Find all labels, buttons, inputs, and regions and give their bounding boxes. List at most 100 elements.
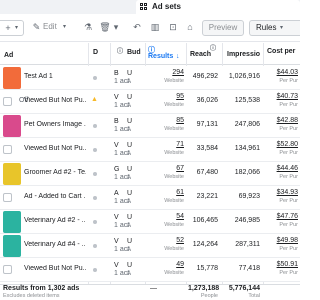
ad-name[interactable]: Viewed But Not Pu... (24, 145, 86, 152)
column-header-bid[interactable]: Bud (127, 49, 141, 57)
table-row[interactable]: Pet Owners Image ... B 1 act U A 85 Website 97,… (0, 114, 300, 138)
row-checkbox[interactable] (3, 193, 12, 202)
table-row[interactable]: Viewed But Not Pu... V 1 act U A 71 Website 33,… (0, 138, 300, 162)
cost-value[interactable]: $34.93 (277, 189, 298, 196)
table-row[interactable]: Viewed But Not Pu... V 1 act U A 49 Website 15,… (0, 258, 300, 282)
ad-name[interactable]: Veterinary Ad #4 - ... (24, 241, 86, 248)
cost-value[interactable]: $44.03 (277, 69, 298, 76)
row-checkbox[interactable] (3, 145, 12, 154)
bid-value: U (127, 166, 133, 173)
impressions-value: 287,311 (235, 241, 260, 248)
bid-sub: A (127, 247, 132, 253)
results-value[interactable]: 85 (176, 117, 184, 124)
bid-value: U (127, 214, 133, 221)
cost-sub: Per Pur (279, 78, 298, 84)
table-row[interactable]: Groomer Ad #2 - Te... G 1 act U A 67 Website 67… (0, 162, 300, 186)
results-value[interactable]: 49 (176, 261, 184, 268)
ad-thumbnail[interactable] (3, 211, 21, 233)
column-header-ad[interactable]: Ad (4, 52, 13, 60)
delete-icon[interactable]: ▥ (149, 20, 161, 34)
preview-button[interactable]: Preview (202, 20, 244, 36)
trash-icon[interactable]: 🗑 (99, 20, 111, 34)
status-dot-icon (93, 148, 97, 152)
results-cell[interactable]: 67 Website (144, 165, 184, 181)
results-value[interactable]: 61 (176, 189, 184, 196)
edit-button[interactable]: ✎ Edit ▾ (27, 20, 73, 36)
results-cell[interactable]: 85 Website (144, 117, 184, 133)
results-value[interactable]: 67 (176, 165, 184, 172)
column-header-delivery[interactable]: D (93, 49, 98, 57)
table-row[interactable]: Veterinary Ad #4 - ... V 1 act U A 52 Website 1… (0, 234, 300, 258)
cost-cell[interactable]: $44.46 Per Pur (264, 165, 300, 181)
results-value[interactable]: 52 (176, 237, 184, 244)
results-cell[interactable]: 49 Website (144, 261, 184, 277)
column-header-impressions[interactable]: Impressio (227, 51, 260, 59)
cost-cell[interactable]: $52.80 Per Pur (264, 141, 300, 157)
results-cell[interactable]: 52 Website (144, 237, 184, 253)
tab-ad-sets[interactable]: Ad sets (136, 0, 300, 14)
chevron-down-icon[interactable]: ▾ (112, 20, 120, 34)
ad-thumbnail[interactable] (3, 235, 21, 257)
column-header-cost[interactable]: Cost per (267, 48, 295, 56)
ad-name[interactable]: Veterinary Ad #2 - ... (24, 217, 86, 224)
lab-flask-icon[interactable]: ⚗ (82, 20, 94, 34)
results-cell[interactable]: 95 Website (144, 93, 184, 109)
rules-button[interactable]: Rules ▾ (249, 20, 300, 36)
table-row[interactable]: Test Ad 1B1 act U A 294 Website 496,292 1,026,… (0, 66, 300, 90)
ad-name[interactable]: Test Ad 1 (24, 73, 86, 80)
ad-thumbnail[interactable] (3, 163, 21, 185)
ad-name[interactable]: Viewed But Not Pu... (24, 97, 86, 104)
undo-icon[interactable]: ↶ (131, 20, 143, 34)
column-header-reach[interactable]: Reach (190, 51, 211, 59)
row-checkbox[interactable] (3, 265, 12, 274)
cost-cell[interactable]: $34.93 Per Pur (264, 189, 300, 205)
results-value[interactable]: 294 (172, 69, 184, 76)
tag-icon[interactable]: ⌂ (184, 20, 196, 34)
results-cell[interactable]: 54 Website (144, 213, 184, 229)
ad-thumbnail[interactable] (3, 115, 21, 137)
results-value[interactable]: 71 (176, 141, 184, 148)
results-cell[interactable]: 71 Website (144, 141, 184, 157)
cost-cell[interactable]: $44.03 Per Pur (264, 69, 300, 85)
cost-sub: Per Pur (279, 150, 298, 156)
cost-value[interactable]: $42.88 (277, 117, 298, 124)
ad-name[interactable]: Viewed But Not Pu... (24, 265, 86, 272)
cost-value[interactable]: $50.91 (277, 261, 298, 268)
cost-sub: Per Pur (279, 198, 298, 204)
results-value[interactable]: 95 (176, 93, 184, 100)
status-dot-icon (93, 268, 97, 272)
row-checkbox[interactable] (3, 97, 12, 106)
cost-value[interactable]: $52.80 (277, 141, 298, 148)
reach-value: 496,292 (192, 73, 218, 80)
bid-value: U (127, 118, 133, 125)
bid-sub: A (127, 223, 132, 229)
create-button[interactable]: + ▾ (0, 20, 24, 36)
bid-cell: UA (127, 214, 132, 230)
cost-cell[interactable]: $50.91 Per Pur (264, 261, 300, 277)
results-cell[interactable]: 61 Website (144, 189, 184, 205)
ad-name[interactable]: Pet Owners Image ... (24, 121, 86, 128)
ad-name[interactable]: Ad - Added to Cart ... (24, 193, 86, 200)
ad-thumbnail[interactable] (3, 67, 21, 89)
table-row[interactable]: Off Viewed But Not Pu... ▲ V 1 act U A 95 Websit… (0, 90, 300, 114)
cost-value[interactable]: $44.46 (277, 165, 298, 172)
results-cell[interactable]: 294 Website (144, 69, 184, 85)
info-icon: ⓘ (117, 49, 124, 55)
cost-cell[interactable]: $47.76 Per Pur (264, 213, 300, 229)
ad-name[interactable]: Groomer Ad #2 - Te... (24, 169, 86, 176)
column-header-results[interactable]: Results (148, 53, 173, 61)
results-value[interactable]: 54 (176, 213, 184, 220)
status-dot-icon (93, 220, 97, 224)
cost-cell[interactable]: $40.73 Per Pur (264, 93, 300, 109)
table-row[interactable]: Ad - Added to Cart ... A 1 act U A 61 Website 2… (0, 186, 300, 210)
bid-value: U (127, 70, 133, 77)
cost-value[interactable]: $49.98 (277, 237, 298, 244)
chevron-down-icon: ▾ (280, 25, 284, 31)
cost-value[interactable]: $40.73 (277, 93, 298, 100)
lock-icon[interactable]: ⊡ (167, 20, 179, 34)
cost-cell[interactable]: $49.98 Per Pur (264, 237, 300, 253)
bid-sub: A (127, 199, 132, 205)
cost-value[interactable]: $47.76 (277, 213, 298, 220)
cost-cell[interactable]: $42.88 Per Pur (264, 117, 300, 133)
table-row[interactable]: Veterinary Ad #2 - ... V 1 act U A 54 Website 1… (0, 210, 300, 234)
